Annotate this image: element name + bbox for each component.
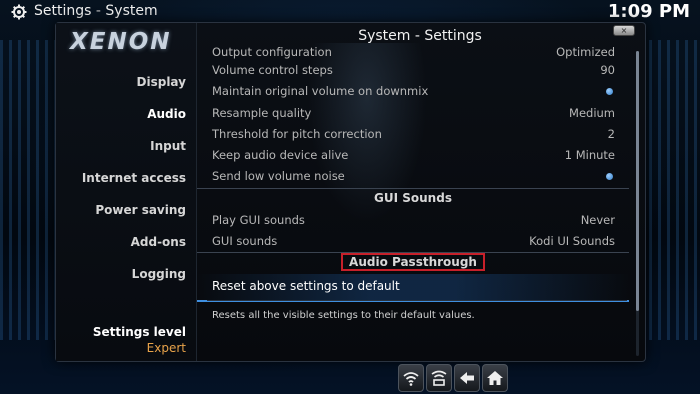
skin-logo: XENON	[70, 29, 172, 55]
sidebar-item-label: Input	[150, 139, 186, 153]
setting-value: 90	[600, 63, 615, 77]
section-title: GUI Sounds	[374, 190, 452, 205]
setting-label: Keep audio device alive	[212, 148, 349, 163]
sidebar-item-label: Add-ons	[130, 235, 186, 249]
sidebar-item-label: Internet access	[81, 171, 186, 185]
wifi-icon	[403, 372, 419, 386]
sidebar-item-logging[interactable]: Logging	[56, 263, 196, 295]
setting-label: GUI sounds	[212, 234, 278, 249]
sidebar: XENON Display Audio Input Internet acces…	[56, 23, 197, 361]
sidebar-item-label: Audio	[147, 107, 186, 121]
setting-label: Play GUI sounds	[212, 212, 305, 227]
background-decoration-left	[0, 40, 60, 340]
sidebar-item-label: Power saving	[95, 203, 186, 217]
setting-label: Reset above settings to default	[212, 279, 400, 294]
section-header-audio-passthrough: Audio Passthrough	[197, 252, 629, 274]
breadcrumb-app: Settings	[34, 3, 92, 19]
setting-value: 1 Minute	[564, 148, 615, 163]
reset-settings-button[interactable]: Reset above settings to default	[197, 274, 629, 303]
setting-row-gui-sounds[interactable]: GUI sounds Kodi UI Sounds	[197, 231, 629, 252]
page-title: System - Settings	[358, 28, 482, 44]
network-icon	[431, 370, 447, 386]
sidebar-item-label: Logging	[131, 267, 186, 281]
settings-window: × XENON Display Audio Input Internet acc…	[55, 22, 646, 362]
setting-row-pitch-threshold[interactable]: Threshold for pitch correction 2	[197, 124, 629, 145]
background-decoration-right	[640, 40, 700, 340]
breadcrumb-section: System	[105, 3, 158, 19]
setting-value: 2	[607, 126, 615, 141]
breadcrumb: Settings - System	[34, 3, 158, 19]
setting-label: Resample quality	[212, 105, 312, 120]
section-header-gui-sounds: GUI Sounds	[197, 187, 629, 210]
divider	[207, 300, 627, 301]
sidebar-item-label: Display	[136, 75, 186, 89]
setting-value: Kodi UI Sounds	[529, 234, 615, 249]
clock: 1:09 PM	[607, 1, 690, 22]
setting-value: Never	[580, 212, 615, 227]
sidebar-item-display[interactable]: Display	[56, 71, 196, 103]
help-text: Resets all the visible settings to their…	[212, 310, 475, 321]
toggle-on-icon[interactable]	[606, 173, 613, 181]
wifi-button[interactable]	[398, 364, 424, 392]
bottom-toolbar	[398, 364, 508, 392]
setting-row-resample-quality[interactable]: Resample quality Medium	[197, 103, 629, 124]
sidebar-item-input[interactable]: Input	[56, 135, 196, 167]
home-icon	[487, 371, 503, 385]
settings-list: Output configuration Optimized Volume co…	[197, 47, 629, 303]
scrollbar-thumb[interactable]	[636, 51, 639, 311]
setting-row-play-gui-sounds[interactable]: Play GUI sounds Never	[197, 210, 629, 231]
gear-icon	[11, 4, 27, 20]
setting-label: Threshold for pitch correction	[212, 126, 382, 141]
scrollbar[interactable]	[636, 51, 639, 356]
sidebar-item-internet-access[interactable]: Internet access	[56, 167, 196, 199]
setting-row-keep-device-alive[interactable]: Keep audio device alive 1 Minute	[197, 145, 629, 166]
breadcrumb-separator: -	[95, 3, 101, 19]
sidebar-menu: Display Audio Input Internet access Powe…	[56, 71, 196, 295]
setting-label: Output configuration	[212, 47, 332, 59]
setting-value: Medium	[569, 105, 615, 120]
home-button[interactable]	[482, 364, 508, 392]
setting-label: Maintain original volume on downmix	[212, 84, 429, 99]
sidebar-item-power-saving[interactable]: Power saving	[56, 199, 196, 231]
section-title: Audio Passthrough	[341, 253, 485, 272]
toggle-on-icon[interactable]	[606, 88, 613, 96]
setting-label: Send low volume noise	[212, 169, 345, 184]
settings-panel: System - Settings Output configuration O…	[197, 23, 643, 361]
settings-level-value[interactable]: Expert	[147, 341, 186, 355]
setting-row-maintain-volume[interactable]: Maintain original volume on downmix	[197, 81, 629, 102]
sidebar-item-add-ons[interactable]: Add-ons	[56, 231, 196, 263]
setting-label: Volume control steps	[212, 63, 333, 77]
top-bar: Settings - System 1:09 PM	[0, 0, 700, 24]
settings-level-label: Settings level	[92, 325, 186, 339]
setting-row-output-configuration[interactable]: Output configuration Optimized	[197, 47, 629, 60]
setting-row-volume-control-steps[interactable]: Volume control steps 90	[197, 60, 629, 81]
setting-value: Optimized	[556, 47, 615, 59]
setting-row-low-volume-noise[interactable]: Send low volume noise	[197, 166, 629, 187]
sidebar-item-audio[interactable]: Audio	[56, 103, 196, 135]
network-button[interactable]	[426, 364, 452, 392]
back-button[interactable]	[454, 364, 480, 392]
back-arrow-icon	[460, 372, 474, 384]
